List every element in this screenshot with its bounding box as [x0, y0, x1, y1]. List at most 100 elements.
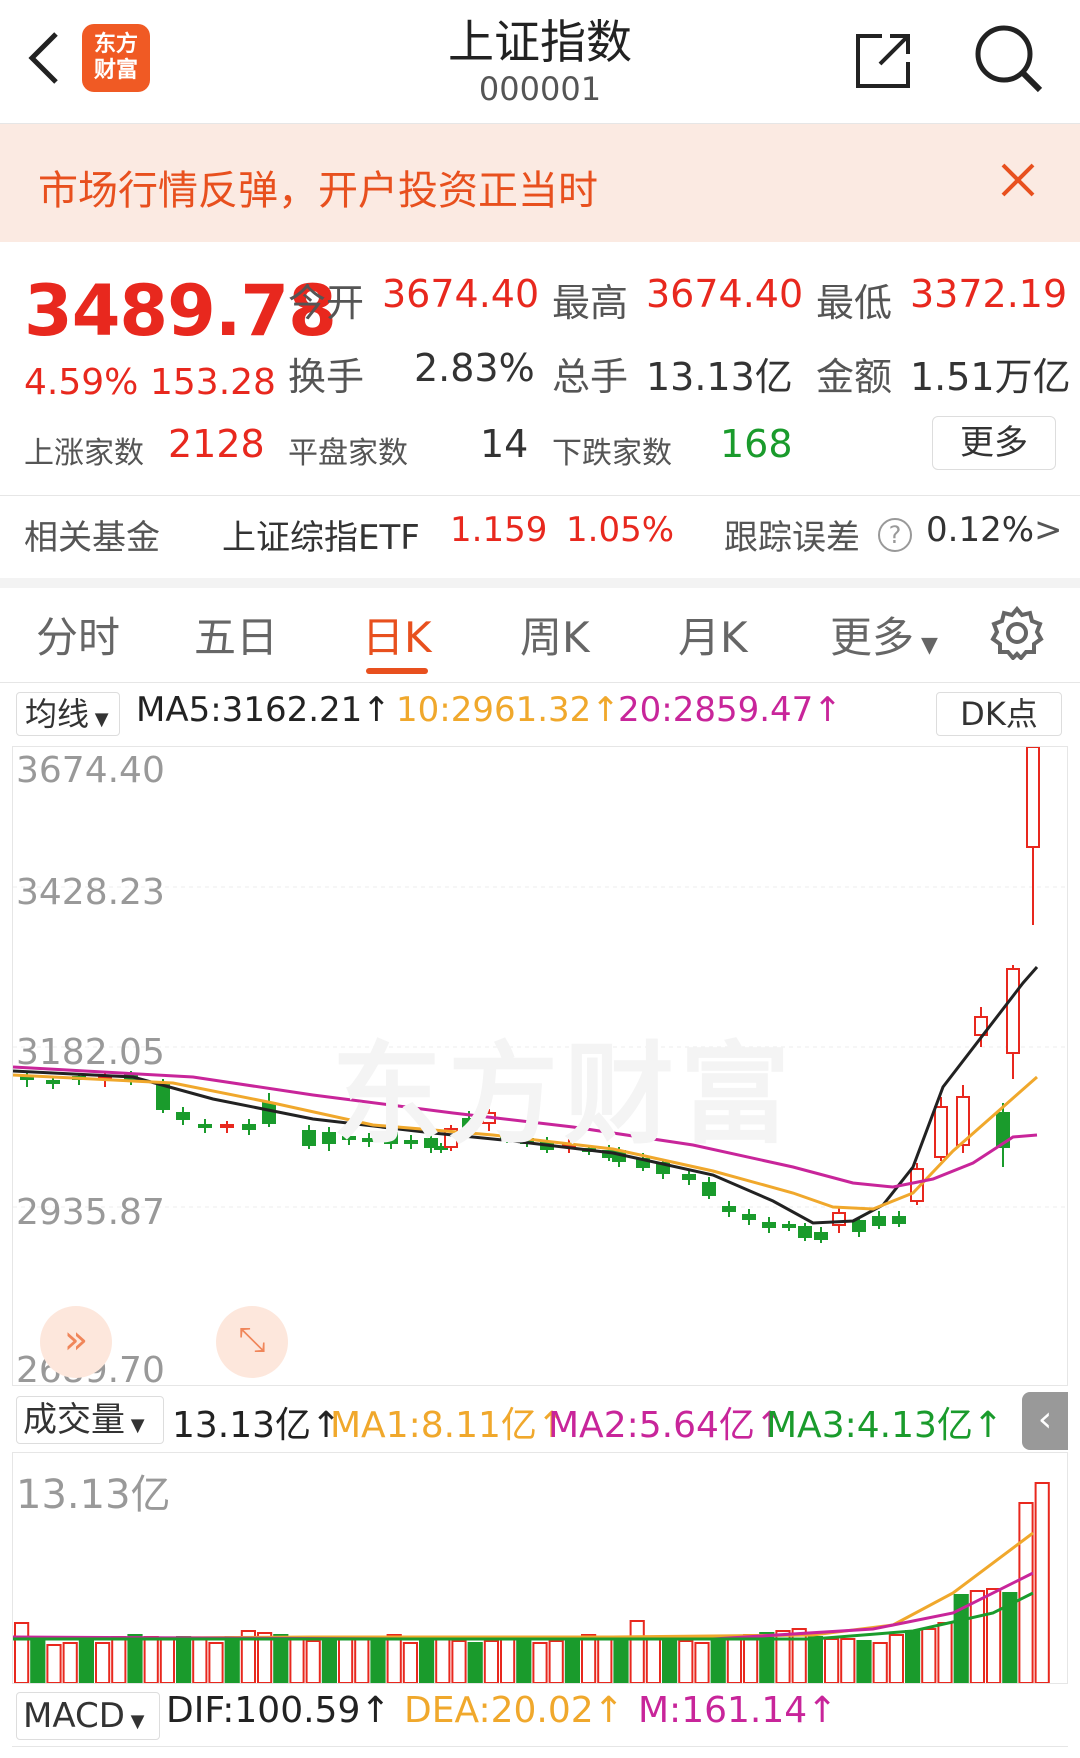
candle-body — [220, 1124, 234, 1128]
candle-body — [852, 1220, 866, 1232]
caret-down-icon: ▼ — [89, 709, 109, 730]
divider — [0, 495, 1080, 496]
volume-bar — [321, 1638, 337, 1683]
candle-body — [892, 1216, 906, 1224]
gear-icon[interactable] — [990, 606, 1044, 660]
volume-ma1: MA1:8.11亿↑ — [330, 1405, 568, 1446]
volume-bar — [289, 1638, 305, 1683]
banner-text: 市场行情反弹，开户投资正当时 — [38, 168, 598, 214]
promo-banner[interactable]: 市场行情反弹，开户投资正当时 — [0, 124, 1080, 242]
volume-bar — [127, 1634, 143, 1683]
volume-bar — [338, 1636, 354, 1683]
macd-dif: DIF:100.59↑ — [166, 1690, 391, 1731]
volume-bar — [905, 1630, 921, 1683]
tab-daily-k[interactable]: 日K — [362, 604, 432, 665]
axis-label-4: 2935.87 — [16, 1192, 165, 1233]
amount-value: 1.51万亿 — [910, 355, 1071, 399]
volume-label: 总手 — [552, 355, 629, 399]
active-tab-indicator — [366, 668, 428, 674]
volume-bar — [483, 1640, 499, 1683]
axis-label-3: 3182.05 — [16, 1032, 165, 1073]
fund-price: 1.159 — [450, 510, 548, 550]
volume-bar — [46, 1644, 62, 1683]
collapse-panel-button[interactable]: ‹ — [1022, 1392, 1068, 1450]
volume-bar — [532, 1642, 548, 1683]
search-icon[interactable] — [972, 22, 1044, 94]
dk-point-button[interactable]: DK点 — [936, 692, 1062, 736]
fund-name[interactable]: 上证综指ETF — [222, 510, 420, 559]
volume-bar — [159, 1638, 176, 1683]
candle-body — [1026, 747, 1040, 848]
volume-bar — [1034, 1482, 1050, 1683]
decliners-label: 下跌家数 — [552, 436, 672, 471]
volume-bar — [581, 1634, 597, 1683]
volume-bar — [662, 1638, 678, 1683]
expand-icon[interactable]: ⤡ — [216, 1306, 288, 1378]
candle-body — [722, 1206, 736, 1212]
macd-chart — [12, 1746, 1068, 1758]
tab-more[interactable]: 更多 ▼ — [830, 604, 938, 665]
related-fund-label: 相关基金 — [24, 518, 160, 558]
volume-bar — [273, 1634, 289, 1683]
volume-bar — [451, 1640, 467, 1683]
tab-intraday[interactable]: 分时 — [36, 604, 120, 665]
candle-body — [762, 1222, 776, 1228]
volume-bar — [111, 1636, 127, 1683]
candle-body — [242, 1124, 256, 1130]
volume-bar — [467, 1642, 483, 1683]
volume-selector[interactable]: 成交量 ▼ — [16, 1396, 164, 1444]
volume-bar — [888, 1634, 904, 1683]
more-button[interactable]: 更多 — [932, 416, 1056, 470]
decliners-value: 168 — [720, 422, 793, 466]
share-icon[interactable] — [852, 28, 916, 92]
volume-bar — [645, 1636, 661, 1683]
ma10-value: 10:2961.32↑ — [396, 690, 620, 730]
candle-body — [702, 1182, 716, 1196]
page-title: 上证指数 — [448, 15, 632, 69]
volume-bar — [208, 1642, 224, 1683]
volume-bar — [370, 1636, 386, 1683]
advancers-label: 上涨家数 — [24, 436, 144, 471]
caret-down-icon: ▼ — [914, 633, 938, 658]
volume-axis-top: 13.13亿 — [16, 1472, 171, 1518]
candle-body — [1006, 968, 1020, 1054]
close-icon[interactable] — [1000, 162, 1036, 198]
candle-body — [302, 1130, 316, 1146]
volume-bar — [969, 1590, 985, 1683]
volume-bar — [872, 1642, 888, 1683]
tab-five-day[interactable]: 五日 — [194, 604, 278, 665]
watermark: 东方财富 — [332, 1031, 796, 1159]
volume-bar — [986, 1588, 1002, 1683]
tracking-error-value: 0.12% — [926, 510, 1035, 550]
volume-bar — [419, 1638, 435, 1683]
high-value: 3674.40 — [646, 272, 804, 316]
candle-body — [782, 1224, 796, 1228]
axis-label-top: 3674.40 — [16, 750, 165, 791]
volume-bar — [192, 1638, 208, 1683]
volume-bar — [807, 1636, 823, 1683]
candle-body — [814, 1232, 828, 1240]
stock-detail-page: { "header":{"title":"上证指数","code":"00000… — [0, 0, 1080, 1758]
tab-monthly-k[interactable]: 月K — [678, 604, 748, 665]
top-nav-bar: 东方 财富 上证指数 000001 — [0, 0, 1080, 124]
tab-more-label: 更多 — [830, 613, 915, 662]
volume-bar — [78, 1638, 95, 1683]
volume-ma3-line — [13, 1591, 1034, 1641]
chevron-right-icon[interactable]: > — [1034, 510, 1063, 550]
candle-body — [262, 1102, 276, 1124]
tab-weekly-k[interactable]: 周K — [520, 604, 590, 665]
fast-forward-icon[interactable]: » — [40, 1306, 112, 1378]
volume-bar — [678, 1640, 694, 1683]
macd-selector[interactable]: MACD ▼ — [16, 1692, 160, 1740]
volume-current: 13.13亿↑ — [172, 1405, 342, 1446]
volume-ma3: MA3:4.13亿↑ — [766, 1405, 1004, 1446]
turnover-value: 2.83% — [414, 346, 535, 390]
ma-selector[interactable]: 均线 ▼ — [16, 692, 120, 736]
volume-bar — [354, 1638, 370, 1683]
volume-bar — [564, 1636, 580, 1683]
change-amount: 153.28 — [150, 362, 276, 403]
help-icon[interactable]: ? — [878, 518, 912, 552]
volume-bar — [597, 1638, 613, 1683]
divider — [0, 682, 1080, 683]
volume-bar — [143, 1636, 159, 1683]
